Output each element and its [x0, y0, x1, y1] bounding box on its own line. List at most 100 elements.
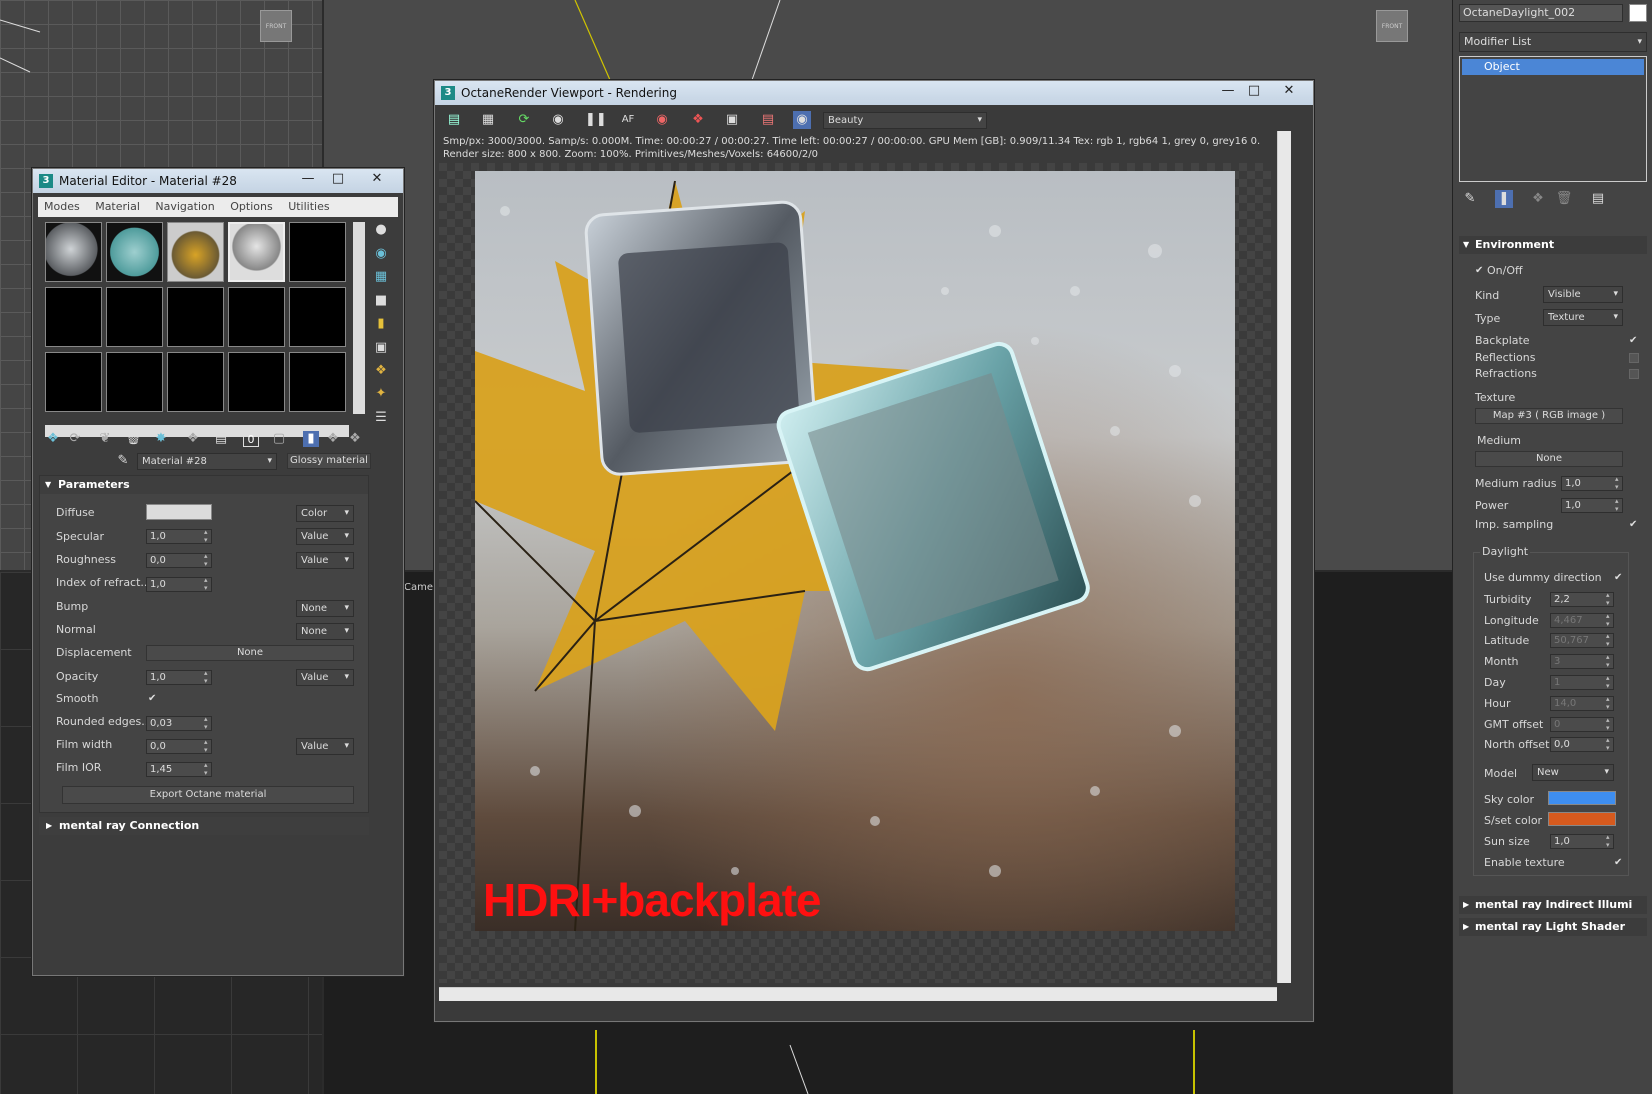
make-unique-icon[interactable]: ❖	[1529, 190, 1547, 208]
slot-15[interactable]	[289, 352, 346, 412]
get-material-icon[interactable]: ❖	[45, 431, 61, 447]
slot-10[interactable]	[289, 287, 346, 347]
sunset-color-swatch[interactable]	[1548, 812, 1616, 826]
slot-9[interactable]	[228, 287, 285, 347]
eyedropper-icon[interactable]: ✎	[115, 453, 131, 469]
octane-vscroll[interactable]	[1277, 131, 1291, 983]
film-width-mode-dropdown[interactable]: Value	[296, 738, 354, 755]
stack-item-object[interactable]: Object	[1462, 59, 1644, 75]
kind-dropdown[interactable]: Visible	[1543, 286, 1623, 303]
film-width-input[interactable]: 0,0	[146, 738, 212, 754]
material-effects-channel-icon[interactable]: 0	[243, 431, 259, 447]
menu-utilities[interactable]: Utilities	[288, 200, 329, 213]
month-input[interactable]: 3	[1550, 653, 1614, 669]
video-color-check-icon[interactable]: ▮	[373, 316, 389, 332]
hour-input[interactable]: 14,0	[1550, 695, 1614, 711]
pin-stack-icon[interactable]: ✎	[1461, 190, 1479, 208]
configure-modifier-sets-icon[interactable]: ▤	[1589, 190, 1607, 208]
slot-14[interactable]	[228, 352, 285, 412]
material-navigator-icon[interactable]: ☰	[373, 410, 389, 426]
go-forward-icon[interactable]: ❖	[347, 431, 363, 447]
menu-modes[interactable]: Modes	[44, 200, 80, 213]
render-pass-dropdown[interactable]: Beauty	[823, 112, 987, 129]
medium-radius-input[interactable]: 1,0	[1561, 475, 1623, 491]
close-button[interactable]: ✕	[357, 170, 397, 188]
minimize-button[interactable]: —	[1215, 82, 1241, 100]
medium-button[interactable]: None	[1475, 451, 1623, 467]
slot-1[interactable]	[45, 222, 102, 282]
mental-ray-indirect-header[interactable]: ▶ mental ray Indirect Illumi	[1459, 896, 1647, 914]
onoff-checkbox[interactable]: ✔	[1475, 266, 1485, 276]
reflections-checkbox[interactable]	[1629, 353, 1639, 363]
opacity-mode-dropdown[interactable]: Value	[296, 669, 354, 686]
mental-ray-connection-header[interactable]: ▶ mental ray Connection	[39, 817, 369, 835]
slot-3[interactable]	[167, 222, 224, 282]
camera-icon[interactable]: ◉	[793, 111, 811, 129]
film-icon[interactable]: ▤	[759, 111, 777, 129]
material-editor-titlebar[interactable]: 3 Material Editor - Material #28 — □ ✕	[33, 169, 403, 193]
sun-size-input[interactable]: 1,0	[1550, 833, 1614, 849]
render-canvas[interactable]: HDRI+backplate	[439, 163, 1271, 983]
menu-options[interactable]: Options	[230, 200, 272, 213]
slot-7[interactable]	[106, 287, 163, 347]
texture-map-button[interactable]: Map #3 ( RGB image )	[1475, 408, 1623, 424]
north-offset-input[interactable]: 0,0	[1550, 736, 1614, 752]
menu-navigation[interactable]: Navigation	[155, 200, 214, 213]
enable-texture-checkbox[interactable]: ✔	[1614, 858, 1624, 868]
model-dropdown[interactable]: New	[1532, 764, 1614, 781]
viewport-icon[interactable]: ▣	[723, 111, 741, 129]
options-icon[interactable]: ❖	[373, 363, 389, 379]
gmt-offset-input[interactable]: 0	[1550, 716, 1614, 732]
go-to-parent-icon[interactable]: ❖	[325, 431, 341, 447]
object-name-field[interactable]: OctaneDaylight_002	[1459, 4, 1623, 22]
parameters-header[interactable]: ▼ Parameters	[40, 476, 368, 494]
slot-2[interactable]	[106, 222, 163, 282]
backplate-checkbox[interactable]: ✔	[1629, 336, 1639, 346]
type-dropdown[interactable]: Texture	[1543, 309, 1623, 326]
remove-modifier-icon[interactable]: 🗑	[1555, 190, 1573, 208]
select-by-material-icon[interactable]: ✦	[373, 386, 389, 402]
menu-material[interactable]: Material	[95, 200, 140, 213]
turbidity-input[interactable]: 2,2	[1550, 591, 1614, 607]
export-octane-material-button[interactable]: Export Octane material	[62, 786, 354, 804]
sphere-icon[interactable]: ●	[373, 222, 389, 238]
octane-titlebar[interactable]: 3 OctaneRender Viewport - Rendering — □ …	[435, 81, 1313, 105]
slot-11[interactable]	[45, 352, 102, 412]
object-color-swatch[interactable]	[1629, 4, 1647, 22]
refractions-checkbox[interactable]	[1629, 369, 1639, 379]
close-button[interactable]: ✕	[1269, 82, 1309, 100]
assign-to-selection-icon[interactable]: ❦	[97, 431, 113, 447]
opacity-input[interactable]: 1,0	[146, 669, 212, 685]
diffuse-mode-dropdown[interactable]: Color	[296, 505, 354, 522]
show-end-result-icon[interactable]: ▮	[303, 431, 319, 447]
material-name-field[interactable]: Material #28	[137, 453, 277, 470]
make-unique-icon[interactable]: ✸	[153, 431, 169, 447]
smooth-checkbox[interactable]: ✔	[148, 694, 158, 704]
day-input[interactable]: 1	[1550, 674, 1614, 690]
maximize-button[interactable]: □	[325, 170, 351, 188]
lock-icon[interactable]: ◉	[549, 111, 567, 129]
specular-mode-dropdown[interactable]: Value	[296, 528, 354, 545]
show-end-result-icon[interactable]: ❚	[1495, 190, 1513, 208]
put-to-library-icon[interactable]: ❖	[185, 431, 201, 447]
slot-8[interactable]	[167, 287, 224, 347]
save-image-icon[interactable]: ▦	[479, 111, 497, 129]
slot-4-selected[interactable]	[228, 222, 285, 282]
ior-input[interactable]: 1,0	[146, 576, 212, 592]
latitude-input[interactable]: 50,767	[1550, 632, 1614, 648]
minimize-button[interactable]: —	[295, 170, 321, 188]
roughness-mode-dropdown[interactable]: Value	[296, 552, 354, 569]
slot-13[interactable]	[167, 352, 224, 412]
rounded-edges-input[interactable]: 0,03	[146, 715, 212, 731]
bump-mode-dropdown[interactable]: None	[296, 600, 354, 617]
region-render-icon[interactable]: ❖	[689, 111, 707, 129]
sky-color-swatch[interactable]	[1548, 791, 1616, 805]
uv-tiling-icon[interactable]: ■	[373, 293, 389, 309]
slot-6[interactable]	[45, 287, 102, 347]
longitude-input[interactable]: 4,467	[1550, 612, 1614, 628]
diffuse-color-swatch[interactable]	[146, 504, 212, 520]
displacement-map-button[interactable]: None	[146, 645, 354, 661]
material-type-button[interactable]: Glossy material	[287, 453, 371, 469]
power-input[interactable]: 1,0	[1561, 497, 1623, 513]
octane-hscroll[interactable]	[439, 987, 1277, 1001]
